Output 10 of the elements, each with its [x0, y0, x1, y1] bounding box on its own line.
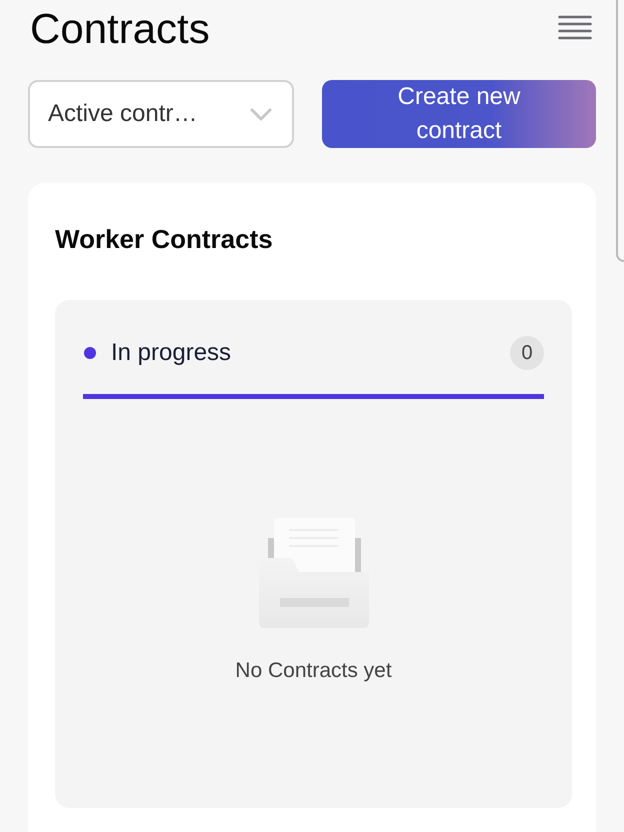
contract-filter-dropdown[interactable]: Active contr… — [28, 80, 294, 148]
card-title: Worker Contracts — [55, 223, 273, 255]
document-folder-icon — [258, 518, 368, 628]
status-title: In progress — [111, 339, 232, 367]
chevron-down-icon — [250, 108, 272, 120]
menu-icon[interactable] — [558, 15, 592, 40]
empty-state-text: No Contracts yet — [235, 658, 392, 684]
create-contract-button[interactable]: Create new contract — [322, 80, 596, 148]
page-title: Contracts — [30, 5, 210, 53]
count-badge: 0 — [510, 336, 544, 370]
